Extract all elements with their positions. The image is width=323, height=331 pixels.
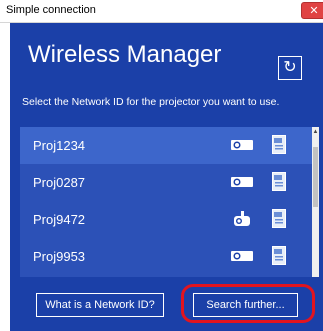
projector-id-label: Proj9953: [33, 249, 86, 264]
ceiling-projector-icon: [234, 211, 250, 226]
scrollbar-thumb[interactable]: [313, 147, 318, 207]
close-icon: ✕: [309, 5, 319, 17]
simple-connection-window: Simple connection ✕ Wireless Manager ↻ S…: [0, 0, 323, 331]
projector-icon: [231, 140, 253, 150]
title-bar: Simple connection ✕: [0, 0, 323, 23]
document-icon: [272, 135, 286, 154]
projector-icon: [231, 177, 253, 187]
close-button[interactable]: ✕: [301, 2, 323, 19]
projector-id-label: Proj9472: [33, 212, 86, 227]
window-title: Simple connection: [6, 4, 96, 16]
projector-icon: [231, 251, 253, 261]
list-item-proj9472[interactable]: Proj9472: [20, 201, 312, 238]
list-item-proj1234[interactable]: Proj1234: [20, 127, 312, 164]
scroll-up-icon[interactable]: ▲: [312, 127, 319, 137]
list-item-proj0287[interactable]: Proj0287: [20, 164, 312, 201]
projector-list: Proj1234 Proj0287 Proj9472 Proj9953 ▲: [20, 127, 319, 277]
list-item-proj9953[interactable]: Proj9953: [20, 238, 312, 275]
app-title: Wireless Manager: [28, 41, 222, 68]
instruction-text: Select the Network ID for the projector …: [22, 96, 280, 108]
projector-id-label: Proj0287: [33, 175, 86, 190]
document-icon: [272, 172, 286, 191]
refresh-button[interactable]: ↻: [278, 56, 302, 80]
document-icon: [272, 209, 286, 228]
main-panel: Wireless Manager ↻ Select the Network ID…: [10, 23, 323, 331]
what-is-network-id-button[interactable]: What is a Network ID?: [36, 293, 164, 317]
refresh-icon: ↻: [283, 59, 297, 76]
list-scrollbar[interactable]: ▲: [312, 127, 319, 277]
highlight-annotation: [181, 284, 315, 323]
document-icon: [272, 246, 286, 265]
projector-id-label: Proj1234: [33, 138, 86, 153]
